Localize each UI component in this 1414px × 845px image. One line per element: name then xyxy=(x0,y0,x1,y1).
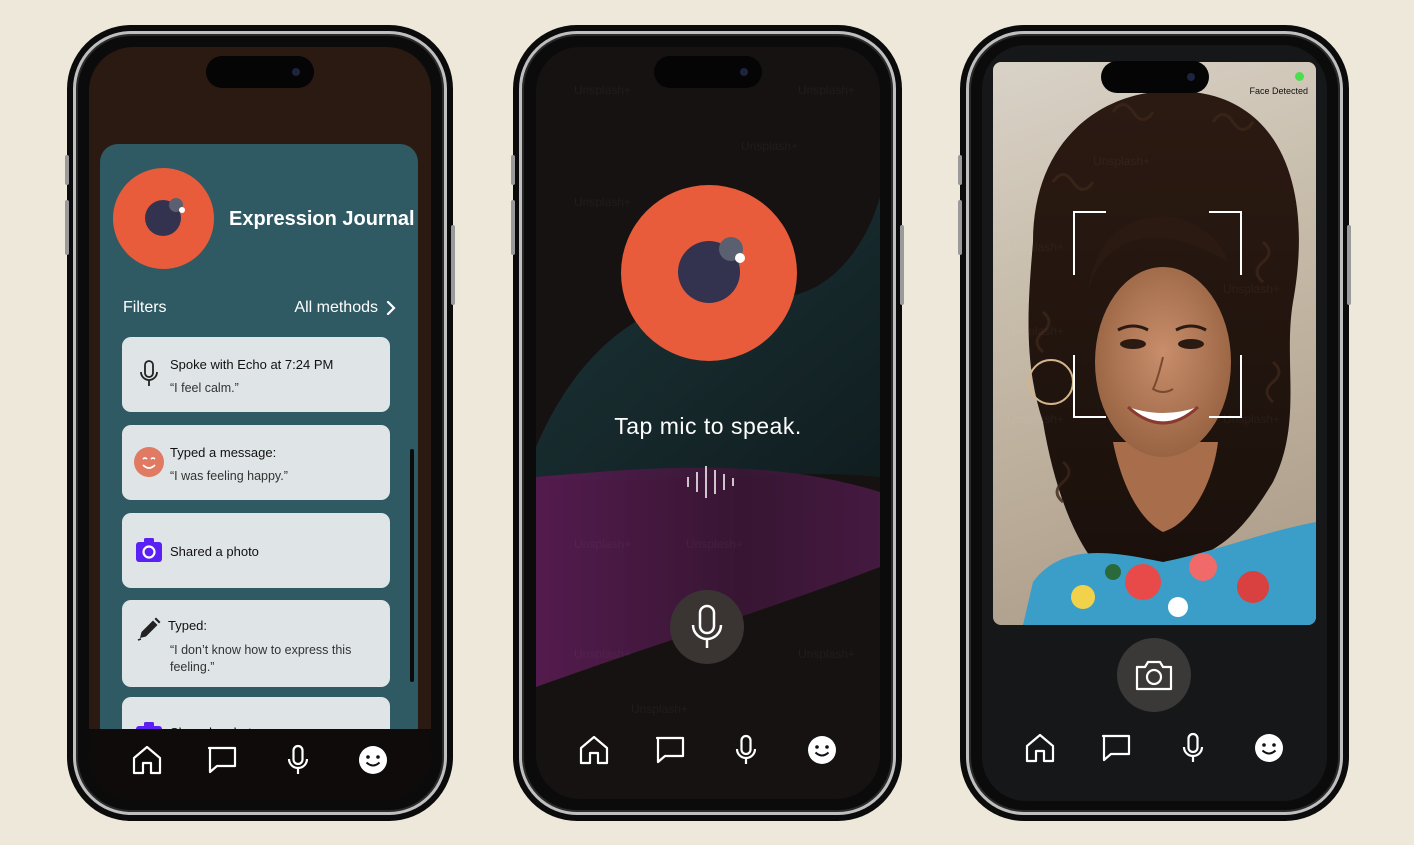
scrollbar[interactable] xyxy=(410,449,414,682)
journal-entry[interactable]: Typed a message: “I was feeling happy.” xyxy=(122,425,390,500)
filters-row: Filters All methods xyxy=(123,299,396,317)
smile-icon xyxy=(359,746,388,774)
home-icon xyxy=(579,735,609,765)
speak-prompt: Tap mic to speak. xyxy=(614,413,802,439)
watermark: Unsplash+ xyxy=(1007,240,1064,254)
mic-icon xyxy=(735,734,757,764)
tab-bar xyxy=(536,709,880,799)
journal-entry[interactable]: Typed: “I don’t know how to express this… xyxy=(122,600,390,687)
status-indicator-dot xyxy=(1295,72,1304,81)
entry-quote: “I don’t know how to express this xyxy=(170,643,352,657)
watermark: Unsplash+ xyxy=(1223,412,1280,426)
watermark: Unsplash+ xyxy=(798,83,855,97)
dynamic-island xyxy=(206,56,314,88)
face-detected-status: Face Detected xyxy=(1249,86,1308,96)
journal-screen: Expression Journal Filters All methods S… xyxy=(89,47,431,799)
sound-wave-icon xyxy=(687,466,734,498)
phone-voice: Unsplash+ Unsplash+ Unsplash+ Unsplash+ … xyxy=(511,25,904,821)
journal-entry[interactable]: Spoke with Echo at 7:24 PM “I feel calm.… xyxy=(122,337,390,412)
chevron-right-icon xyxy=(386,301,396,315)
smile-icon xyxy=(1254,734,1283,762)
journal-entry[interactable]: Shared a photo xyxy=(122,513,390,588)
tab-chat[interactable] xyxy=(1096,728,1136,768)
watermark: Unsplash+ xyxy=(574,647,631,661)
watermark: Unsplash+ xyxy=(1223,282,1280,296)
tab-bar xyxy=(982,705,1327,801)
watermark: Unsplash+ xyxy=(1007,324,1064,338)
watermark: Unsplash+ xyxy=(686,537,743,551)
tab-mic[interactable] xyxy=(1173,728,1213,768)
entry-quote: “I was feeling happy.” xyxy=(170,469,288,483)
tab-mood[interactable] xyxy=(353,740,393,780)
dynamic-island xyxy=(1100,61,1209,93)
journal-card: Expression Journal Filters All methods S… xyxy=(100,144,418,784)
capture-button[interactable] xyxy=(1117,638,1191,712)
watermark: Unsplash+ xyxy=(574,83,631,97)
mic-icon xyxy=(287,744,308,774)
dynamic-island xyxy=(654,56,762,88)
tab-mood[interactable] xyxy=(802,730,842,770)
phone-camera: Unsplash+ Unsplash+ Unsplash+ Unsplash+ … xyxy=(958,25,1351,821)
mic-icon xyxy=(1182,732,1203,762)
camera-preview: Unsplash+ Unsplash+ Unsplash+ Unsplash+ … xyxy=(993,62,1316,625)
voice-screen: Unsplash+ Unsplash+ Unsplash+ Unsplash+ … xyxy=(536,47,880,799)
watermark: Unsplash+ xyxy=(1007,412,1064,426)
face-frame-brackets xyxy=(1073,211,1242,418)
camera-screen: Unsplash+ Unsplash+ Unsplash+ Unsplash+ … xyxy=(982,45,1327,801)
journal-title: Expression Journal xyxy=(229,208,415,230)
watermark: Unsplash+ xyxy=(1093,154,1150,168)
all-methods-link[interactable]: All methods xyxy=(294,299,396,317)
tab-home[interactable] xyxy=(127,740,167,780)
tab-home[interactable] xyxy=(574,730,614,770)
tab-chat[interactable] xyxy=(202,740,242,780)
entry-title: Spoke with Echo at 7:24 PM xyxy=(170,357,334,372)
smile-icon xyxy=(808,736,836,764)
chat-icon xyxy=(655,736,685,764)
smile-face-icon xyxy=(134,447,164,477)
watermark: Unsplash+ xyxy=(574,537,631,551)
mic-icon xyxy=(691,604,723,648)
echo-logo-icon xyxy=(621,185,797,361)
chat-icon xyxy=(1102,734,1131,762)
camera-icon xyxy=(134,535,164,565)
chat-icon xyxy=(208,746,237,774)
watermark: Unsplash+ xyxy=(741,139,798,153)
entry-quote-continued: feeling.” xyxy=(170,660,215,674)
echo-logo-icon xyxy=(113,168,214,269)
entry-title: Typed: xyxy=(168,618,208,633)
record-mic-button[interactable] xyxy=(670,590,744,664)
tab-mic[interactable] xyxy=(726,730,766,770)
entry-title: Typed a message: xyxy=(170,445,277,460)
pencil-icon xyxy=(134,614,164,644)
entry-quote: “I feel calm.” xyxy=(170,381,239,395)
tab-home[interactable] xyxy=(1020,728,1060,768)
mic-icon xyxy=(134,359,164,389)
watermark: Unsplash+ xyxy=(798,647,855,661)
tab-bar xyxy=(89,729,431,799)
home-icon xyxy=(132,745,161,775)
tab-mic[interactable] xyxy=(278,740,318,780)
filters-label: Filters xyxy=(123,299,167,316)
camera-icon xyxy=(1135,660,1173,691)
entry-title: Shared a photo xyxy=(170,544,259,559)
phone-journal: Expression Journal Filters All methods S… xyxy=(65,25,455,821)
all-methods-label: All methods xyxy=(294,299,378,316)
tab-mood[interactable] xyxy=(1249,728,1289,768)
tab-chat[interactable] xyxy=(650,730,690,770)
home-icon xyxy=(1026,733,1055,763)
